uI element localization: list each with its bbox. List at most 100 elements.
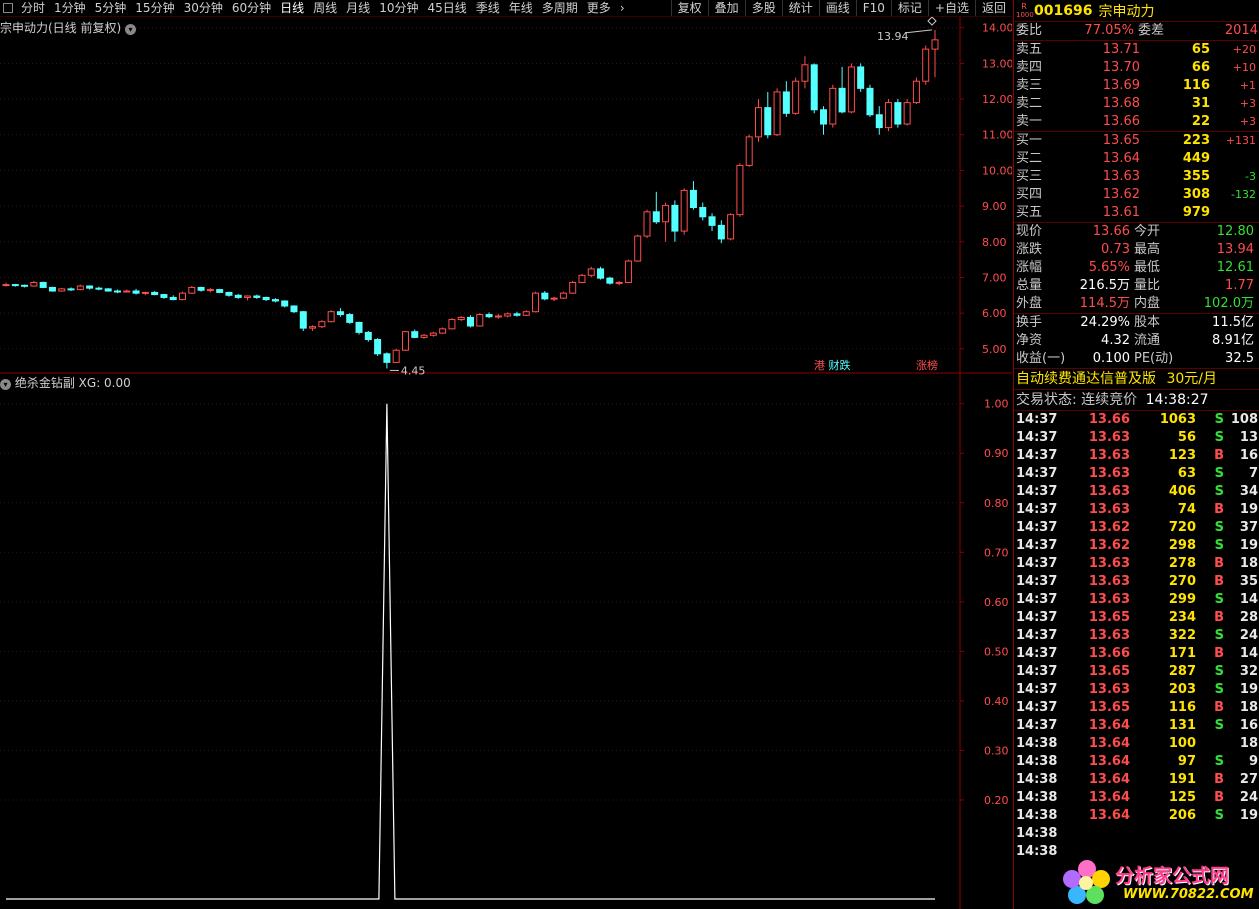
tab-period[interactable]: 多周期 bbox=[538, 0, 583, 16]
tick-row[interactable]: 14:37 13.65 116 B 18 bbox=[1014, 699, 1259, 717]
tick-time: 14:37 bbox=[1016, 520, 1058, 535]
bid-row[interactable]: 买二 13.64 449 bbox=[1014, 150, 1259, 168]
tick-row[interactable]: 14:37 13.63 123 B 16 bbox=[1014, 447, 1259, 465]
tick-row[interactable]: 14:37 13.63 203 S 19 bbox=[1014, 681, 1259, 699]
tick-row[interactable]: 14:37 13.63 278 B 18 bbox=[1014, 555, 1259, 573]
bid-row[interactable]: 买四 13.62 308 -132 bbox=[1014, 186, 1259, 204]
ask-row[interactable]: 卖一 13.66 22 +3 bbox=[1014, 113, 1259, 131]
tick-price: 13.64 bbox=[1088, 790, 1130, 805]
main-chart-title[interactable]: 宗申动力(日线 前复权) ▾ bbox=[0, 19, 137, 36]
toolbar-button[interactable]: +自选 bbox=[927, 0, 975, 16]
toolbar-button[interactable]: 画线 bbox=[818, 0, 856, 16]
toolbar-button[interactable]: F10 bbox=[855, 0, 891, 16]
candle-body bbox=[253, 295, 261, 298]
tick-row[interactable]: 14:38 13.64 97 S 9 bbox=[1014, 753, 1259, 771]
badge-zhangbang[interactable]: 涨榜 bbox=[916, 359, 938, 372]
tab-period[interactable]: 60分钟 bbox=[228, 0, 276, 16]
tick-row[interactable]: 14:37 13.64 131 S 16 bbox=[1014, 717, 1259, 735]
tick-row[interactable]: 14:37 13.66 1063 S 108 bbox=[1014, 411, 1259, 429]
tick-row[interactable]: 14:38 13.64 191 B 27 bbox=[1014, 771, 1259, 789]
tick-row[interactable]: 14:38 13.64 125 B 24 bbox=[1014, 789, 1259, 807]
bid-row[interactable]: 买一 13.65 223 +131 bbox=[1014, 132, 1259, 150]
tab-period[interactable]: 1分钟 bbox=[50, 0, 91, 16]
tick-row[interactable]: 14:37 13.63 270 B 35 bbox=[1014, 573, 1259, 591]
tick-row[interactable]: 14:37 13.63 74 B 19 bbox=[1014, 501, 1259, 519]
tick-row[interactable]: 14:37 13.62 720 S 37 bbox=[1014, 519, 1259, 537]
tick-row[interactable]: 14:38 bbox=[1014, 825, 1259, 843]
toolbar-button[interactable]: 统计 bbox=[781, 0, 819, 16]
quote-label: 最低 bbox=[1134, 260, 1161, 275]
badge-gang[interactable]: 港 bbox=[814, 359, 825, 372]
tab-period[interactable]: 15分钟 bbox=[131, 0, 179, 16]
candle-body bbox=[504, 313, 512, 317]
indicator-title[interactable]: ▾ 绝杀金钻副 XG: 0.00 bbox=[0, 374, 131, 391]
more-arrow-icon[interactable]: › bbox=[616, 0, 630, 16]
chart-canvas[interactable]: 14.00 13.00 12.00 11.00 10.00 9.00 8.00 7.00 6.0… bbox=[0, 17, 1012, 909]
tick-time: 14:37 bbox=[1016, 700, 1058, 715]
toolbar-button[interactable]: 标记 bbox=[890, 0, 928, 16]
tab-period[interactable]: 年线 bbox=[505, 0, 538, 16]
tick-row[interactable]: 14:37 13.63 56 S 13 bbox=[1014, 429, 1259, 447]
tab-period[interactable]: 45日线 bbox=[423, 0, 471, 16]
tab-period[interactable]: 更多 bbox=[583, 0, 616, 16]
bid-row[interactable]: 买三 13.63 355 -3 bbox=[1014, 168, 1259, 186]
tab-period[interactable]: 30分钟 bbox=[180, 0, 228, 16]
toolbar-button[interactable]: 返回 bbox=[974, 0, 1012, 16]
tick-side: B bbox=[1214, 772, 1224, 787]
chevron-down-icon[interactable]: ▾ bbox=[125, 24, 137, 35]
tab-period[interactable]: 10分钟 bbox=[375, 0, 423, 16]
candle-body bbox=[299, 311, 307, 329]
tab-period[interactable]: 周线 bbox=[309, 0, 342, 16]
tick-row[interactable]: 14:37 13.63 322 S 24 bbox=[1014, 627, 1259, 645]
tick-time: 14:37 bbox=[1016, 466, 1058, 481]
tick-row[interactable]: 14:37 13.62 298 S 19 bbox=[1014, 537, 1259, 555]
ask-row[interactable]: 卖二 13.68 31 +3 bbox=[1014, 95, 1259, 113]
badge-zhangbang-wrap: 涨榜 bbox=[916, 357, 938, 373]
toggle-square-icon[interactable] bbox=[3, 3, 13, 13]
tick-row[interactable]: 14:37 13.65 287 S 32 bbox=[1014, 663, 1259, 681]
y-tick-label: 0.50 bbox=[984, 645, 1009, 658]
tick-row[interactable]: 14:38 13.64 206 S 19 bbox=[1014, 807, 1259, 825]
tab-period[interactable]: 5分钟 bbox=[91, 0, 132, 16]
tick-row[interactable]: 14:37 13.63 406 S 34 bbox=[1014, 483, 1259, 501]
bid-volume: 449 bbox=[1182, 151, 1210, 166]
toolbar-button[interactable]: 复权 bbox=[670, 0, 708, 16]
y-tick-label: 12.00 bbox=[982, 93, 1012, 106]
candle-body bbox=[67, 288, 75, 291]
tick-count: 37 bbox=[1239, 520, 1258, 535]
tick-row[interactable]: 14:37 13.63 299 S 14 bbox=[1014, 591, 1259, 609]
badge-caizhang[interactable]: 财跌 bbox=[829, 359, 851, 372]
candle-body bbox=[290, 305, 298, 313]
chart-area[interactable]: 14.00 13.00 12.00 11.00 10.00 9.00 8.00 7.00 6.0… bbox=[0, 17, 1012, 909]
candle-body bbox=[39, 281, 47, 288]
tick-side: B bbox=[1214, 556, 1224, 571]
ask-row[interactable]: 卖三 13.69 116 +1 bbox=[1014, 77, 1259, 95]
tick-row[interactable]: 14:37 13.66 171 B 14 bbox=[1014, 645, 1259, 663]
ask-volume: 22 bbox=[1191, 114, 1210, 129]
bid-row[interactable]: 买五 13.61 979 bbox=[1014, 204, 1259, 222]
tick-row[interactable]: 14:37 13.63 63 S 7 bbox=[1014, 465, 1259, 483]
promo-banner[interactable]: 自动续费通达信普及版 30元/月 bbox=[1014, 369, 1259, 390]
ask-row[interactable]: 卖四 13.70 66 +10 bbox=[1014, 59, 1259, 77]
ask-row[interactable]: 卖五 13.71 65 +20 bbox=[1014, 41, 1259, 59]
tab-period[interactable]: 日线 bbox=[276, 0, 309, 16]
tab-period[interactable]: 分时 bbox=[17, 0, 50, 16]
promo-price: 30元/月 bbox=[1166, 371, 1217, 387]
toolbar-button[interactable]: 多股 bbox=[744, 0, 782, 16]
toolbar-button[interactable]: 叠加 bbox=[707, 0, 745, 16]
tick-count: 35 bbox=[1239, 574, 1258, 589]
tick-list[interactable]: 14:37 13.66 1063 S 108 14:37 13.63 56 S 13 14:37 13… bbox=[1014, 411, 1259, 861]
candle-body bbox=[346, 314, 354, 323]
tick-row[interactable]: 14:37 13.65 234 B 28 bbox=[1014, 609, 1259, 627]
period-toolbar: 分时 1分钟 5分钟 15分钟 30分钟 60分钟 日线 周线 月线 10分钟 45日线 季线 年线 多周… bbox=[0, 0, 1012, 17]
candle-body bbox=[559, 292, 567, 299]
tab-period[interactable]: 季线 bbox=[472, 0, 505, 16]
candle-body bbox=[244, 295, 252, 298]
tick-row[interactable]: 14:38 13.64 100 18 bbox=[1014, 735, 1259, 753]
fundamental-label: PE(动) bbox=[1134, 351, 1174, 366]
ask-change: +1 bbox=[1239, 79, 1256, 92]
tick-count: 9 bbox=[1248, 754, 1258, 769]
candle-body bbox=[550, 297, 558, 300]
chevron-down-icon[interactable]: ▾ bbox=[0, 379, 11, 390]
tab-period[interactable]: 月线 bbox=[342, 0, 375, 16]
